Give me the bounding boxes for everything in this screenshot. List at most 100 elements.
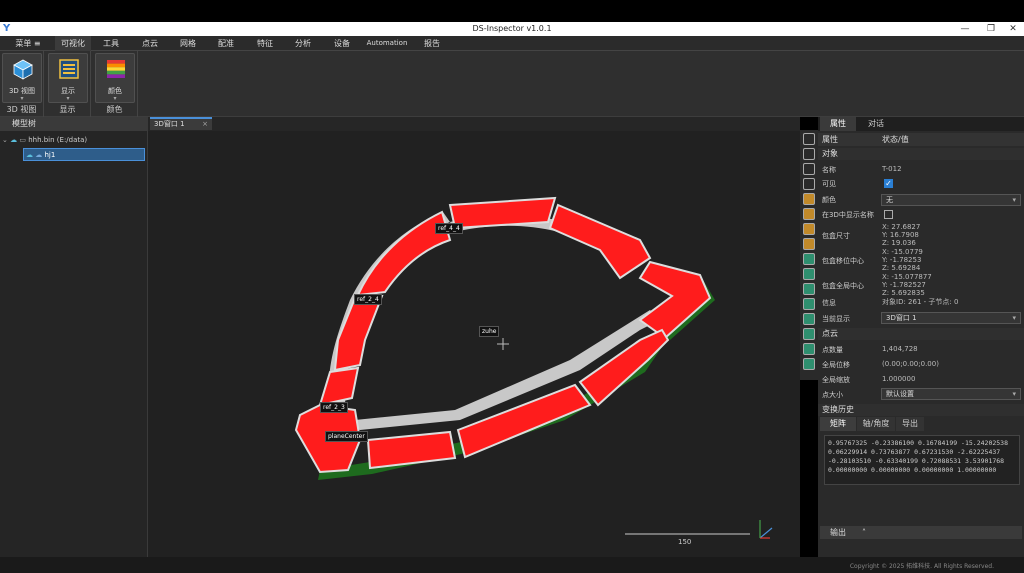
tree-child-label: hj1 — [44, 151, 56, 159]
3d-viewport[interactable]: ref_4_4 ref_2_4 ref_2_3 planeCenter zuhe… — [148, 131, 800, 557]
close-button[interactable]: ✕ — [1002, 22, 1024, 36]
view3d-dropdown-icon: ▾ — [20, 95, 24, 102]
viewport-tab[interactable]: 3D窗口 1 × — [150, 117, 212, 130]
tree-child-item[interactable]: ☁ ☁ hj1 — [23, 148, 145, 161]
ribbon-group-color: 颜色 ▾ 颜色 — [92, 51, 138, 117]
pointcloud-render — [294, 196, 773, 539]
group-label-display: 显示 — [59, 105, 76, 114]
pointcloud-icon: ☁ — [35, 151, 43, 159]
expand-chevron-icon[interactable]: ⌄ — [2, 136, 8, 144]
display-dropdown-icon: ▾ — [66, 95, 70, 102]
properties-header: 属性 状态/值 — [818, 133, 1024, 146]
prop-bbox-size: 包盒尺寸 X: 27.6827 Y: 16.7908 Z: 19.036 — [822, 223, 921, 247]
tree-root-label: hhh.bin (E:/data) — [28, 136, 88, 144]
cube-icon — [13, 59, 33, 80]
ribbon-group-3dview: 3D 视图 ▾ 3D 视图 — [0, 51, 44, 117]
viewport-area: 3D窗口 1 × ref_4_4 ref_2_4 ref_2_3 planeCe… — [148, 117, 800, 557]
view-bottom-icon[interactable] — [803, 223, 815, 235]
transform-matrix: 0.95767325 -0.23386100 0.16784199 -15.24… — [824, 435, 1020, 485]
menu-pointcloud[interactable]: 点云 — [134, 36, 166, 51]
zoom-tool-icon[interactable] — [803, 133, 815, 145]
tab-close-icon[interactable]: × — [202, 119, 208, 130]
caret-up-icon[interactable]: ˄ — [862, 526, 866, 539]
ribbon-group-display: 显示 ▾ 显示 — [45, 51, 91, 117]
view-iso4-icon[interactable] — [803, 343, 815, 355]
menu-report[interactable]: 报告 — [416, 36, 448, 51]
cloud-icon: ☁ — [10, 136, 18, 144]
menu-tools[interactable]: 工具 — [95, 36, 127, 51]
cloud-icon: ☁ — [26, 151, 33, 159]
label-ref-4-4: ref_4_4 — [435, 223, 463, 234]
lasso-tool-icon[interactable] — [803, 163, 815, 175]
section-pointcloud: 点云 — [818, 328, 1024, 340]
title-bar: Y DS-Inspector v1.0.1 — ❐ ✕ — [0, 22, 1024, 36]
view-iso5-icon[interactable] — [803, 358, 815, 370]
visible-checkbox[interactable]: ✓ — [884, 179, 893, 188]
header-value: 状态/值 — [882, 135, 909, 144]
point-size-dropdown[interactable]: 默认设置 ▾ — [881, 388, 1021, 400]
status-bar: Copyright © 2025 拓维科技. All Rights Reserv… — [0, 557, 1024, 573]
display-button[interactable]: 显示 ▾ — [48, 53, 88, 103]
frame-tool-icon[interactable] — [803, 178, 815, 190]
display-layers-icon — [59, 59, 79, 79]
subtab-export[interactable]: 导出 — [896, 417, 924, 431]
subtab-axis-angle[interactable]: 轴/角度 — [857, 417, 895, 431]
label-ref-2-4: ref_2_4 — [354, 294, 382, 305]
tab-properties[interactable]: 属性 — [820, 117, 856, 131]
label-zuhe: zuhe — [479, 326, 500, 337]
section-history: 变换历史 — [818, 404, 1024, 416]
copyright-text: Copyright © 2025 拓维科技. All Rights Reserv… — [849, 563, 994, 570]
color-dropdown-icon: ▾ — [113, 95, 117, 102]
section-object: 对象 — [818, 148, 1024, 160]
menu-mesh[interactable]: 网格 — [172, 36, 204, 51]
color-button[interactable]: 颜色 ▾ — [95, 53, 135, 103]
select-tool-icon[interactable] — [803, 148, 815, 160]
prop-bbox-local: 包盒移位中心 X: -15.0779 Y: -1.78253 Z: 5.69284 — [822, 248, 923, 272]
tree-root-item[interactable]: ⌄ ☁ ▭ hhh.bin (E:/data) — [2, 134, 146, 147]
view3d-button[interactable]: 3D 视图 ▾ — [2, 53, 42, 103]
menu-registration[interactable]: 配准 — [210, 36, 242, 51]
label-plane-center: planeCenter — [325, 431, 368, 442]
main-menu-button[interactable]: 菜单 ≡ — [8, 36, 48, 51]
group-label-color: 颜色 — [106, 105, 123, 114]
pointer-tool-icon[interactable] — [803, 193, 815, 205]
prop-bbox-global: 包盒全局中心 X: -15.077877 Y: -1.782527 Z: 5.69… — [822, 273, 932, 297]
view-iso3-icon[interactable] — [803, 328, 815, 340]
color-palette-icon — [107, 60, 125, 78]
output-panel-bar[interactable]: 输出 ˄ — [820, 526, 1022, 539]
subtab-matrix[interactable]: 矩阵 — [820, 417, 856, 431]
menu-device[interactable]: 设备 — [326, 36, 358, 51]
view-back-icon[interactable] — [803, 253, 815, 265]
view-right-icon[interactable] — [803, 283, 815, 295]
restore-button[interactable]: ❐ — [980, 22, 1002, 36]
scale-bar-value: 150 — [678, 538, 692, 546]
menu-feature[interactable]: 特征 — [249, 36, 281, 51]
menu-visualize[interactable]: 可视化 — [55, 36, 91, 51]
properties-panel: 属性 对话 属性 状态/值 对象 名称 T-012 可见 ✓ 颜色 无 ▾ 在3D中… — [818, 117, 1024, 557]
label-ref-2-3: ref_2_3 — [320, 402, 348, 413]
menu-analysis[interactable]: 分析 — [287, 36, 319, 51]
header-key: 属性 — [822, 135, 838, 144]
minimize-button[interactable]: — — [954, 22, 976, 36]
ribbon: 3D 视图 ▾ 3D 视图 显示 ▾ 显示 颜色 ▾ 颜色 — [0, 51, 1024, 117]
view-iso-icon[interactable] — [803, 298, 815, 310]
current-display-dropdown[interactable]: 3D窗口 1 ▾ — [881, 312, 1021, 324]
view-iso2-icon[interactable] — [803, 313, 815, 325]
file-icon: ▭ — [19, 136, 26, 144]
window-title: DS-Inspector v1.0.1 — [472, 24, 552, 33]
menu-bar: 菜单 ≡ 可视化 工具 点云 网格 配准 特征 分析 设备 Automation… — [0, 36, 1024, 51]
model-tree-header: 模型树 — [0, 117, 147, 131]
menu-automation[interactable]: Automation — [362, 36, 412, 51]
color-dropdown[interactable]: 无 ▾ — [881, 194, 1021, 206]
viewport-tab-label: 3D窗口 1 — [154, 120, 185, 128]
group-label-3dview: 3D 视图 — [6, 105, 37, 114]
tab-dialog[interactable]: 对话 — [858, 117, 894, 131]
view-top-icon[interactable] — [803, 208, 815, 220]
output-label: 输出 — [830, 528, 846, 537]
model-tree-panel: 模型树 ⌄ ☁ ▭ hhh.bin (E:/data) ☁ ☁ hj1 — [0, 117, 148, 557]
show-name-checkbox[interactable] — [884, 210, 893, 219]
viewport-toolbar — [800, 130, 818, 380]
view-front-icon[interactable] — [803, 238, 815, 250]
right-tabs: 属性 对话 — [818, 117, 1024, 131]
view-left-icon[interactable] — [803, 268, 815, 280]
